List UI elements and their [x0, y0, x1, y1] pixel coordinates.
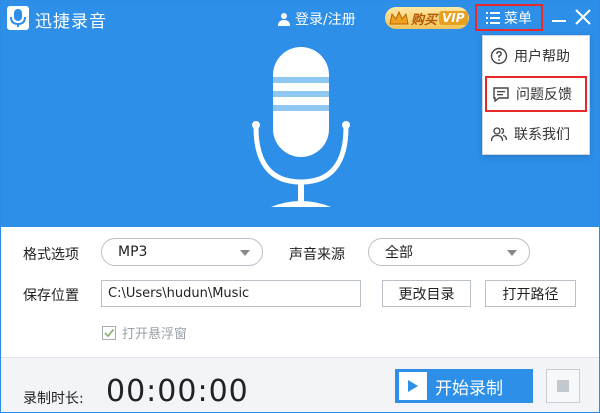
change-directory-button[interactable]: 更改目录: [382, 280, 471, 307]
bottom-bar: 录制时长: 00:00:00 开始录制: [1, 357, 599, 412]
menu-item-contact-us[interactable]: 联系我们: [483, 116, 589, 152]
app-window: 迅捷录音 登录/注册 购买 VIP 菜单 用户帮助 问题反馈 联系我们 格式选项…: [0, 0, 600, 413]
stop-icon: [557, 380, 569, 392]
close-icon[interactable]: [574, 8, 592, 26]
format-select[interactable]: MP3: [101, 238, 263, 266]
menu-item-user-help[interactable]: 用户帮助: [483, 38, 589, 74]
title-bar: 迅捷录音 登录/注册 购买 VIP 菜单: [1, 1, 599, 35]
checkmark-icon: [104, 328, 115, 337]
contact-users-icon: [490, 127, 508, 142]
vip-tag: VIP: [439, 11, 468, 25]
user-icon: [278, 13, 290, 26]
chevron-down-icon: [507, 250, 517, 256]
duration-label: 录制时长:: [23, 391, 84, 407]
app-logo-icon: [7, 6, 29, 30]
menu-item-label: 用户帮助: [514, 49, 570, 65]
source-select[interactable]: 全部: [368, 238, 530, 266]
microphone-icon: [252, 47, 350, 207]
buy-label: 购买: [411, 12, 438, 28]
feedback-chat-icon: [493, 87, 509, 103]
floating-window-label: 打开悬浮窗: [122, 327, 188, 342]
buy-vip-button[interactable]: 购买 VIP: [385, 7, 469, 29]
format-value: MP3: [118, 244, 148, 260]
floating-window-checkbox[interactable]: [102, 325, 116, 340]
recording-timer: 00:00:00: [106, 374, 249, 409]
open-path-button[interactable]: 打开路径: [485, 280, 576, 307]
crown-icon: [389, 10, 409, 25]
save-path-input[interactable]: [101, 280, 361, 307]
list-menu-icon: [486, 11, 500, 24]
app-title: 迅捷录音: [35, 12, 107, 32]
login-register-button[interactable]: 登录/注册: [277, 9, 356, 29]
play-icon-box: [399, 372, 427, 400]
play-icon: [408, 380, 418, 392]
minimize-icon[interactable]: [550, 8, 568, 26]
menu-item-feedback[interactable]: 问题反馈: [485, 76, 587, 112]
chevron-down-icon: [240, 250, 250, 256]
menu-item-label: 联系我们: [514, 127, 570, 143]
source-label: 声音来源: [289, 247, 345, 263]
menu-item-label: 问题反馈: [516, 87, 572, 103]
format-label: 格式选项: [23, 247, 79, 263]
login-register-label: 登录/注册: [295, 12, 356, 28]
floating-window-toggle[interactable]: 打开悬浮窗: [102, 323, 187, 342]
save-location-label: 保存位置: [23, 288, 79, 304]
start-recording-label: 开始录制: [435, 378, 503, 399]
menu-label: 菜单: [504, 10, 532, 27]
menu-button[interactable]: 菜单: [475, 4, 543, 31]
source-value: 全部: [385, 245, 413, 261]
help-circle-icon: [490, 47, 508, 65]
start-recording-button[interactable]: 开始录制: [395, 369, 533, 403]
stop-recording-button[interactable]: [546, 369, 580, 403]
menu-dropdown: 用户帮助 问题反馈 联系我们: [482, 35, 590, 155]
